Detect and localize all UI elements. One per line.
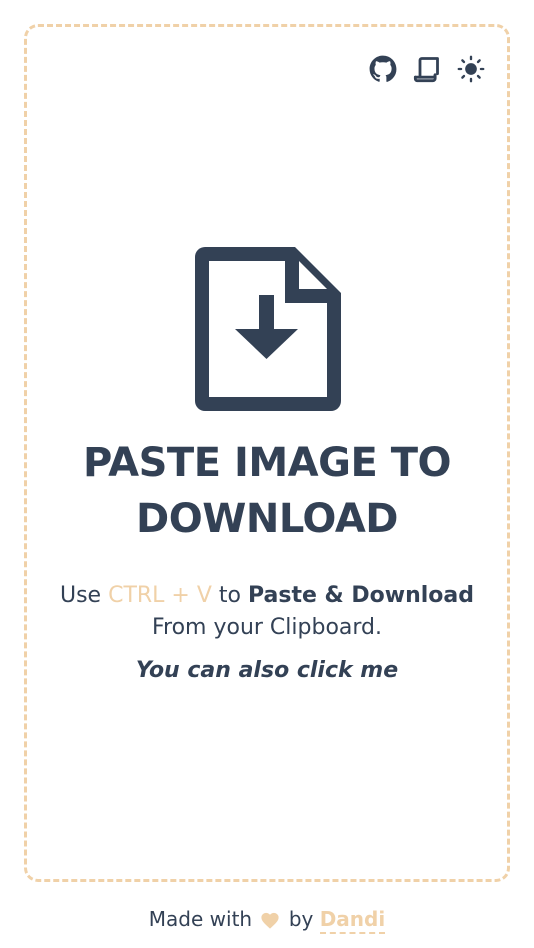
click-hint[interactable]: You can also click me [27,655,507,687]
instruction-prefix: Use [59,583,102,608]
scroll-icon [413,57,439,83]
toolbar [367,53,487,85]
instructions: Use CTRL + V to Paste & Download From yo… [27,580,507,644]
github-link-button[interactable] [367,53,399,85]
instruction-middle: to [218,583,241,608]
title-line-1: PASTE IMAGE TO [83,440,451,486]
theme-toggle-button[interactable] [455,53,487,85]
file-download-icon [195,247,341,411]
heart-icon [261,912,280,929]
footer: Made with by Dandi [0,904,534,934]
author-link[interactable]: Dandi [319,907,386,934]
shortcut-keys: CTRL + V [108,583,212,608]
instruction-suffix: From your Clipboard. [151,615,383,640]
footer-made-with: Made with [148,907,253,931]
sun-icon [457,55,485,83]
title-line-2: DOWNLOAD [136,496,398,542]
instruction-action: Paste & Download [247,583,475,608]
page-title: PASTE IMAGE TO DOWNLOAD [27,435,507,547]
readme-button[interactable] [411,53,443,85]
footer-by: by [288,907,314,931]
paste-dropzone[interactable]: PASTE IMAGE TO DOWNLOAD Use CTRL + V to … [24,24,510,882]
github-icon [369,55,397,82]
